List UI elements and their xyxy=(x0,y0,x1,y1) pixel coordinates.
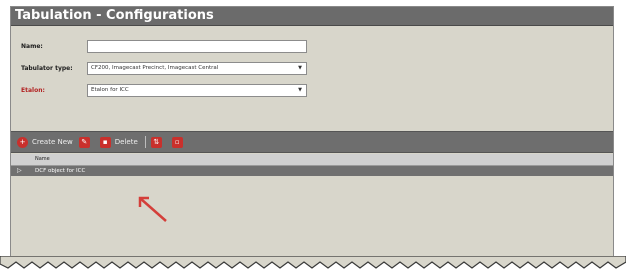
delete-label: Delete xyxy=(114,138,138,146)
create-new-button[interactable]: + Create New xyxy=(17,136,73,148)
name-row: Name: xyxy=(11,38,613,54)
clone-button[interactable]: ▫ xyxy=(171,136,187,148)
tabulator-type-label: Tabulator type: xyxy=(21,64,73,72)
etalon-row: Etalon: Etalon for ICC ▼ xyxy=(11,82,613,98)
etalon-value: Etalon for ICC xyxy=(91,86,129,93)
annotation-arrow xyxy=(138,196,167,222)
row-name: DCF object for ICC xyxy=(35,168,86,174)
etalon-select[interactable]: Etalon for ICC ▼ xyxy=(87,83,307,97)
grid-toolbar: + Create New ✎ ▪ Delete ⇅ ▫ xyxy=(11,131,613,153)
edit-icon: ✎ xyxy=(78,136,90,148)
tabulation-configurations-window: Tabulation - Configurations Name: Tabula… xyxy=(10,6,614,262)
tabulator-type-row: Tabulator type: CF200, Imagecast Precinc… xyxy=(11,60,613,76)
move-icon: ⇅ xyxy=(150,136,162,148)
window-title: Tabulation - Configurations xyxy=(11,7,613,26)
torn-edge xyxy=(0,256,626,269)
delete-icon: ▪ xyxy=(99,136,111,148)
delete-button[interactable]: ▪ Delete xyxy=(99,136,138,148)
expand-icon[interactable]: ▷ xyxy=(17,166,22,176)
tabulator-type-value: CF200, Imagecast Precinct, Imagecast Cen… xyxy=(91,64,219,71)
table-row[interactable]: ▷ DCF object for ICC xyxy=(11,166,613,176)
grid-header-name[interactable]: Name xyxy=(11,154,613,166)
dropdown-arrow-icon[interactable]: ▼ xyxy=(298,63,302,74)
move-button[interactable]: ⇅ xyxy=(150,136,166,148)
clone-icon: ▫ xyxy=(171,136,183,148)
name-label: Name: xyxy=(21,42,43,50)
configuration-form: Name: Tabulator type: CF200, Imagecast P… xyxy=(11,26,613,130)
dropdown-arrow-icon[interactable]: ▼ xyxy=(298,85,302,96)
create-new-icon: + xyxy=(17,136,28,148)
tabulator-type-select[interactable]: CF200, Imagecast Precinct, Imagecast Cen… xyxy=(87,61,307,75)
create-new-label: Create New xyxy=(32,138,73,146)
edit-button[interactable]: ✎ xyxy=(78,136,94,148)
toolbar-separator xyxy=(144,136,146,148)
name-field[interactable] xyxy=(87,39,307,53)
arrow-shaft xyxy=(140,198,167,222)
configurations-grid: Name ▷ DCF object for ICC xyxy=(11,154,613,176)
etalon-label: Etalon: xyxy=(21,86,45,94)
